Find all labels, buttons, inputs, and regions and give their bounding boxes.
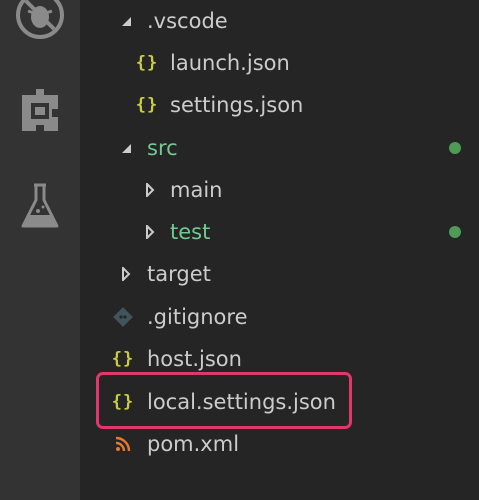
git-icon — [112, 296, 134, 338]
tree-item-src[interactable]: src — [80, 127, 479, 169]
file-label: launch.json — [170, 51, 290, 75]
file-label: settings.json — [170, 93, 304, 117]
folder-label: main — [170, 178, 223, 202]
folder-label: .vscode — [147, 9, 228, 33]
modified-dot — [449, 142, 461, 154]
tree-item-gitignore[interactable]: .gitignore — [80, 296, 479, 338]
highlight-box — [96, 372, 352, 429]
file-explorer: .vscode {} launch.json {} settings.json … — [80, 0, 479, 500]
json-icon: {} — [135, 53, 159, 73]
debug-icon[interactable] — [0, 0, 80, 50]
test-flask-icon[interactable] — [0, 176, 80, 236]
json-icon: {} — [135, 95, 159, 115]
tree-item-vscode[interactable]: .vscode — [80, 0, 479, 42]
tree-item-launch-json[interactable]: {} launch.json — [80, 42, 479, 84]
folder-label: test — [170, 220, 211, 244]
extensions-icon[interactable] — [0, 78, 80, 142]
chevron-right-icon — [118, 253, 134, 295]
modified-dot — [449, 226, 461, 238]
chevron-down-icon — [118, 0, 134, 42]
file-label: pom.xml — [147, 432, 240, 456]
chevron-down-icon — [118, 127, 134, 169]
folder-label: target — [147, 262, 211, 286]
vscode-window: .vscode {} launch.json {} settings.json … — [0, 0, 479, 500]
rss-icon — [112, 423, 134, 465]
tree-item-pom-xml[interactable]: pom.xml — [80, 423, 479, 465]
chevron-right-icon — [142, 211, 158, 253]
chevron-right-icon — [142, 169, 158, 211]
tree-item-settings-json[interactable]: {} settings.json — [80, 84, 479, 126]
tree-item-main[interactable]: main — [80, 169, 479, 211]
activity-bar — [0, 0, 80, 500]
tree-item-target[interactable]: target — [80, 253, 479, 295]
tree-item-test[interactable]: test — [80, 211, 479, 253]
file-label: .gitignore — [147, 305, 248, 329]
folder-label: src — [147, 136, 178, 160]
